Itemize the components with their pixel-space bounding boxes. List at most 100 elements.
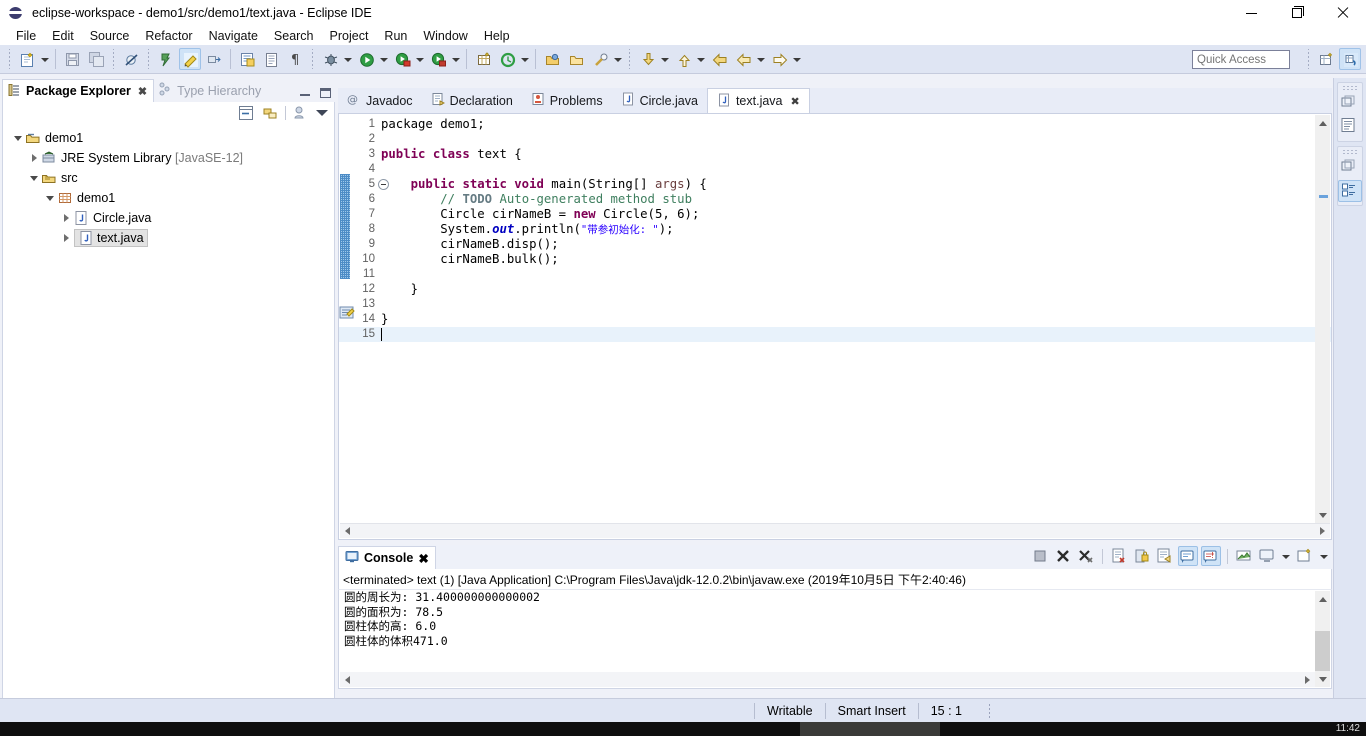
display-console-dropdown-icon[interactable]	[1280, 545, 1291, 567]
restore-explorer-icon[interactable]	[1338, 157, 1362, 179]
code-line-current[interactable]: 15	[339, 327, 1331, 342]
new-java-class-icon[interactable]	[236, 48, 258, 70]
close-icon[interactable]: ✖	[418, 551, 428, 566]
tree-item-src[interactable]: src	[3, 168, 334, 188]
tree-item-project[interactable]: demo1	[3, 128, 334, 148]
minimize-view-icon[interactable]	[300, 88, 310, 96]
tab-javadoc[interactable]: @ Javadoc	[338, 88, 422, 113]
tree-item-package[interactable]: demo1	[3, 188, 334, 208]
fast-view-grip[interactable]	[1342, 149, 1358, 155]
chevron-down-icon[interactable]	[43, 188, 57, 208]
save-icon[interactable]	[61, 48, 83, 70]
code-line[interactable]: 3 public class text {	[339, 147, 1331, 162]
close-icon[interactable]: ✖	[791, 95, 800, 108]
open-task-icon[interactable]	[260, 48, 282, 70]
console-output[interactable]: 圆的周长为: 31.400000000000002 圆的面积为: 78.5 圆柱…	[338, 589, 1332, 689]
back-icon[interactable]	[708, 48, 730, 70]
chevron-right-icon[interactable]	[59, 208, 73, 228]
scroll-right-icon[interactable]	[1305, 676, 1315, 684]
back-history-icon[interactable]	[732, 48, 754, 70]
scroll-lock-icon[interactable]	[1132, 546, 1152, 566]
code-line[interactable]: 13	[339, 297, 1331, 312]
chevron-right-icon[interactable]	[59, 228, 73, 248]
tab-problems[interactable]: Problems	[522, 88, 612, 113]
toolbar-grip-5[interactable]	[626, 49, 633, 69]
code-line[interactable]: 12 }	[339, 282, 1331, 297]
code-line[interactable]: 10 cirNameB.bulk();	[339, 252, 1331, 267]
menu-edit[interactable]: Edit	[44, 28, 82, 44]
tab-text-java[interactable]: text.java ✖	[706, 88, 810, 113]
outline-view-icon[interactable]	[1338, 116, 1362, 138]
scroll-down-icon[interactable]	[1315, 672, 1330, 687]
menu-search[interactable]: Search	[266, 28, 322, 44]
restore-editor-icon[interactable]	[1338, 93, 1362, 115]
menu-project[interactable]: Project	[322, 28, 377, 44]
focus-active-task-icon[interactable]	[292, 104, 310, 122]
forward-dropdown-icon[interactable]	[791, 48, 802, 70]
menu-source[interactable]: Source	[82, 28, 138, 44]
fast-view-grip[interactable]	[1342, 85, 1358, 91]
chevron-right-icon[interactable]	[27, 148, 41, 168]
new-wizard-icon[interactable]	[16, 48, 38, 70]
package-explorer-view-icon[interactable]	[1338, 180, 1362, 202]
tab-circle-java[interactable]: Circle.java	[612, 88, 707, 113]
link-with-editor-icon[interactable]	[203, 48, 225, 70]
editor-horizontal-scrollbar[interactable]	[340, 523, 1330, 538]
collapse-all-icon[interactable]	[237, 104, 255, 122]
display-selected-console-icon[interactable]	[1257, 546, 1277, 566]
code-lines[interactable]: 1 package demo1; 2 3 public class text { 4…	[339, 114, 1331, 539]
toolbar-grip-2[interactable]	[110, 49, 117, 69]
terminate-icon[interactable]	[1030, 546, 1050, 566]
status-bar-grip[interactable]	[987, 702, 995, 719]
minimize-button[interactable]	[1228, 0, 1274, 26]
tab-package-explorer[interactable]: Package Explorer ✖	[2, 79, 155, 102]
menu-run[interactable]: Run	[376, 28, 415, 44]
open-resource-icon[interactable]	[565, 48, 587, 70]
new-annotation-dropdown-icon[interactable]	[519, 48, 530, 70]
code-line[interactable]: 1 package demo1;	[339, 117, 1331, 132]
code-line[interactable]: 11	[339, 267, 1331, 282]
menu-window[interactable]: Window	[415, 28, 475, 44]
next-edit-dropdown-icon[interactable]	[659, 48, 670, 70]
scroll-right-icon[interactable]	[1320, 527, 1330, 535]
new-java-project-icon[interactable]	[472, 48, 494, 70]
link-with-editor-icon[interactable]	[261, 104, 279, 122]
skip-breakpoints-icon[interactable]	[120, 48, 142, 70]
toolbar-grip[interactable]	[6, 49, 13, 69]
code-line[interactable]: 9 cirNameB.disp();	[339, 237, 1331, 252]
show-console-on-error-icon[interactable]: !	[1201, 546, 1221, 566]
remove-launch-icon[interactable]	[1053, 546, 1073, 566]
code-line[interactable]: 14}	[339, 312, 1331, 327]
console-vertical-scrollbar[interactable]	[1315, 591, 1330, 687]
open-console-icon[interactable]	[1295, 546, 1315, 566]
chevron-down-icon[interactable]	[27, 168, 41, 188]
new-annotation-icon[interactable]	[496, 48, 518, 70]
code-line[interactable]: 7 Circle cirNameB = new Circle(5, 6);	[339, 207, 1331, 222]
scroll-up-icon[interactable]	[1315, 591, 1330, 606]
run-icon[interactable]	[355, 48, 377, 70]
run-last-dropdown-icon[interactable]	[450, 48, 461, 70]
word-wrap-icon[interactable]	[1155, 546, 1175, 566]
tab-type-hierarchy[interactable]: Type Hierarchy	[154, 79, 267, 102]
toggle-mark-occurrences-icon[interactable]	[155, 48, 177, 70]
debug-dropdown-icon[interactable]	[342, 48, 353, 70]
editor-body[interactable]: 1 package demo1; 2 3 public class text { 4…	[338, 114, 1332, 540]
tree-item-circle-java[interactable]: Circle.java	[3, 208, 334, 228]
search-icon[interactable]	[589, 48, 611, 70]
show-whitespace-icon[interactable]: ¶	[284, 48, 306, 70]
toolbar-grip-4[interactable]	[309, 49, 316, 69]
java-perspective-icon[interactable]	[1339, 48, 1361, 70]
search-dropdown-icon[interactable]	[612, 48, 623, 70]
tree-item-text-java[interactable]: text.java	[3, 228, 334, 248]
tab-console[interactable]: Console ✖	[338, 546, 436, 569]
back-dropdown-icon[interactable]	[755, 48, 766, 70]
run-dropdown-icon[interactable]	[378, 48, 389, 70]
coverage-icon[interactable]	[391, 48, 413, 70]
perspective-grip[interactable]	[1305, 49, 1312, 69]
clear-console-icon[interactable]	[1109, 546, 1129, 566]
menu-navigate[interactable]: Navigate	[201, 28, 266, 44]
code-line[interactable]: 5 public static void main(String[] args)…	[339, 177, 1331, 192]
remove-all-terminated-icon[interactable]	[1076, 546, 1096, 566]
open-perspective-icon[interactable]	[1315, 48, 1337, 70]
toolbar-grip-3[interactable]	[145, 49, 152, 69]
